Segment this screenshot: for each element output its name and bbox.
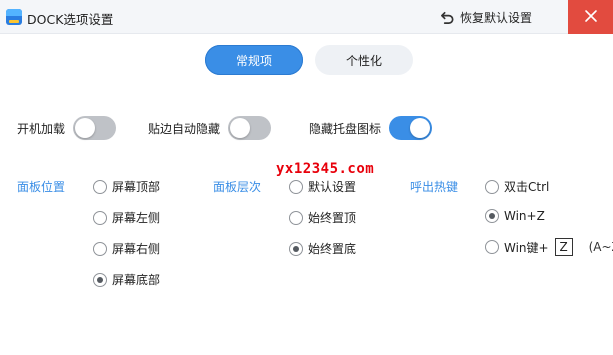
- radio-hotkey-double-ctrl[interactable]: 双击Ctrl: [485, 178, 549, 195]
- radio-circle-checked: [93, 272, 107, 287]
- radio-circle: [289, 210, 303, 225]
- panel-position-label: 面板位置: [17, 180, 66, 194]
- toggle-hide-tray: 隐藏托盘图标: [309, 116, 433, 140]
- radio-screen-top[interactable]: 屏幕顶部: [93, 178, 160, 195]
- app-dock-icon: [6, 9, 22, 25]
- toggle-hide-tray-label: 隐藏托盘图标: [309, 121, 382, 136]
- switch-knob: [230, 118, 251, 138]
- radio-circle-checked: [485, 209, 499, 223]
- restore-defaults-button[interactable]: 恢复默认设置: [440, 8, 532, 26]
- radio-circle: [485, 179, 499, 194]
- autohide-switch[interactable]: [228, 116, 272, 140]
- radio-label: Win+Z: [504, 209, 545, 223]
- watermark-text: yx12345.com: [276, 161, 375, 177]
- radio-layer-always-bottom[interactable]: 始终置底: [289, 240, 356, 257]
- radio-circle: [93, 210, 107, 225]
- restore-defaults-label: 恢复默认设置: [460, 10, 533, 25]
- switch-knob: [75, 118, 96, 138]
- radio-layer-always-top[interactable]: 始终置顶: [289, 209, 356, 226]
- radio-label: Win键+: [504, 240, 549, 255]
- radio-label: 屏幕左侧: [112, 211, 161, 225]
- switch-knob: [410, 118, 431, 138]
- radio-screen-left[interactable]: 屏幕左侧: [93, 209, 160, 226]
- tab-general[interactable]: 常规项: [205, 45, 303, 75]
- hide-tray-switch[interactable]: [389, 116, 433, 140]
- toggle-startup: 开机加载: [17, 116, 117, 140]
- radio-hotkey-custom[interactable]: Win键+ Z (A~Z): [485, 238, 613, 256]
- window-title: DOCK选项设置: [27, 12, 114, 27]
- radio-label: 双击Ctrl: [504, 180, 550, 194]
- undo-icon: [440, 10, 455, 25]
- radio-label: 默认设置: [308, 180, 357, 194]
- custom-key-input[interactable]: Z: [554, 238, 573, 256]
- radio-layer-default[interactable]: 默认设置: [289, 178, 356, 195]
- tab-personalize[interactable]: 个性化: [315, 45, 413, 75]
- radio-circle: [485, 240, 499, 254]
- radio-circle: [93, 179, 107, 194]
- radio-circle: [289, 179, 303, 194]
- radio-label: 始终置底: [308, 242, 357, 256]
- radio-circle-checked: [289, 241, 303, 256]
- toggle-autohide: 贴边自动隐藏: [148, 116, 272, 140]
- radio-circle: [93, 241, 107, 256]
- close-icon: [584, 9, 598, 26]
- radio-hotkey-win-z[interactable]: Win+Z: [485, 209, 545, 223]
- startup-switch[interactable]: [73, 116, 117, 140]
- toggle-startup-label: 开机加载: [17, 121, 66, 136]
- radio-label: 屏幕底部: [112, 273, 161, 287]
- close-button[interactable]: [568, 0, 613, 34]
- title-bar: DOCK选项设置 恢复默认设置: [0, 0, 613, 34]
- toggle-autohide-label: 贴边自动隐藏: [148, 121, 221, 136]
- radio-screen-right[interactable]: 屏幕右侧: [93, 240, 160, 257]
- custom-key-hint: (A~Z): [588, 240, 613, 254]
- panel-layer-label: 面板层次: [213, 180, 262, 194]
- radio-label: 屏幕顶部: [112, 180, 161, 194]
- radio-label: 始终置顶: [308, 211, 357, 225]
- hotkey-label: 呼出热键: [410, 180, 459, 194]
- tab-bar: 常规项 个性化: [205, 45, 413, 75]
- radio-label: 屏幕右侧: [112, 242, 161, 256]
- radio-screen-bottom[interactable]: 屏幕底部: [93, 271, 160, 288]
